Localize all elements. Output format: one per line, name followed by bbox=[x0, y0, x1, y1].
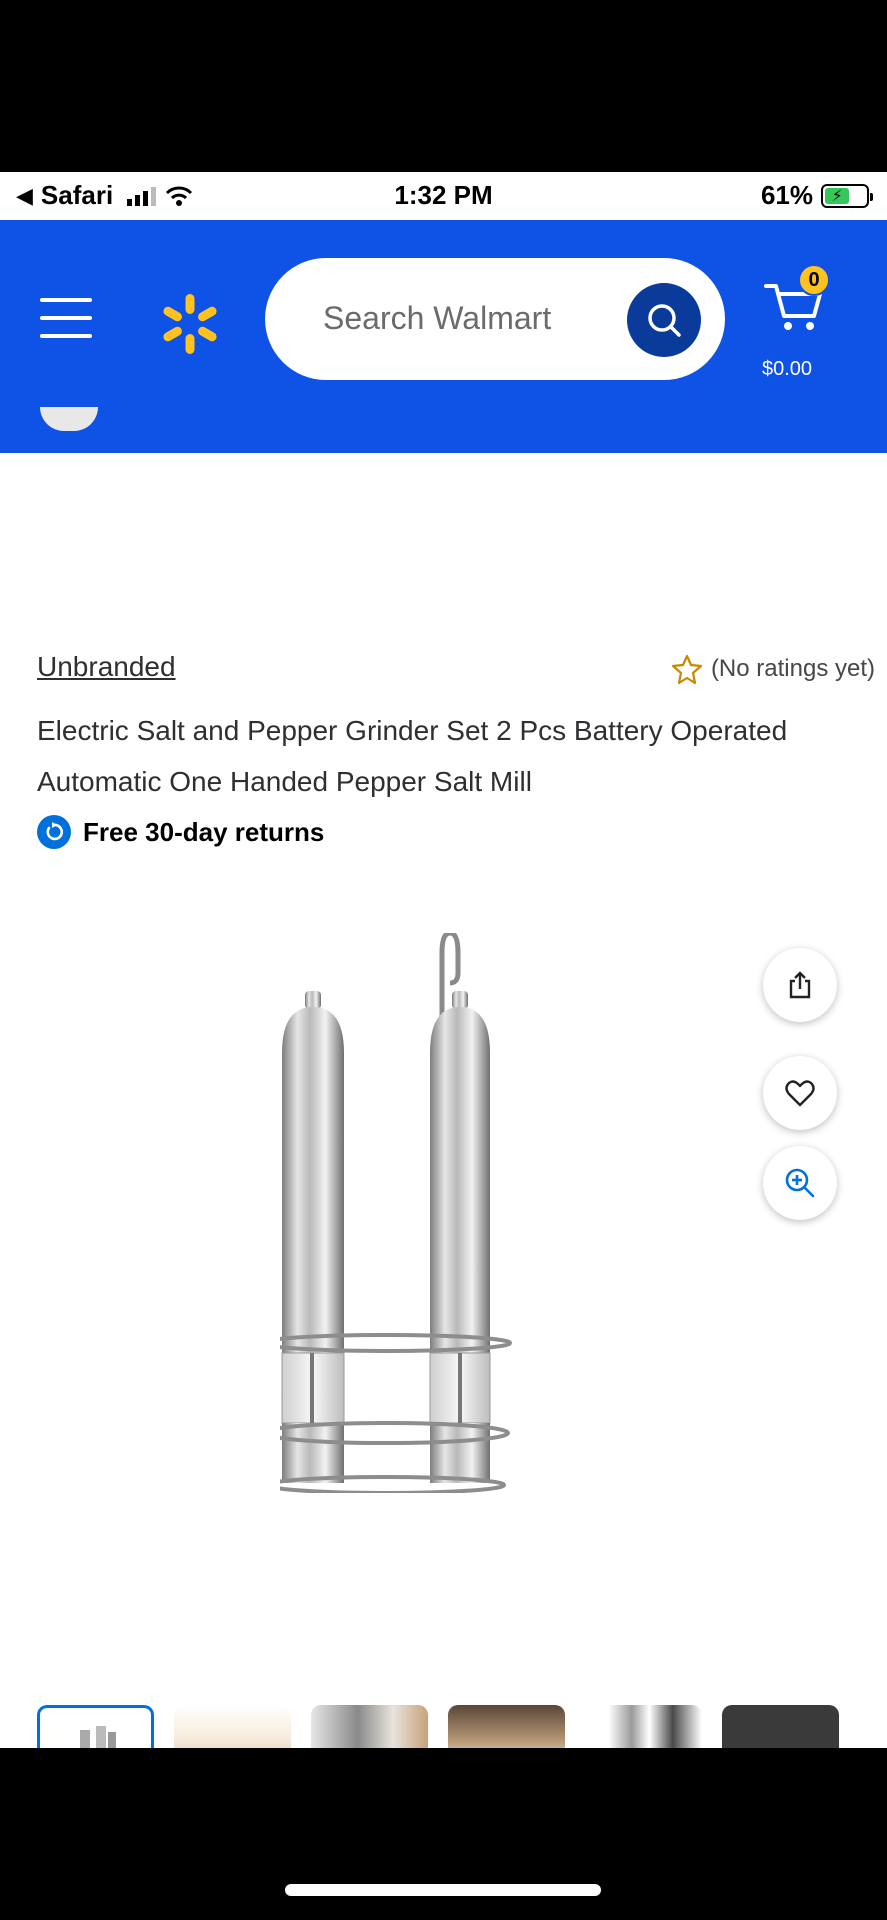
home-indicator[interactable] bbox=[285, 1884, 601, 1896]
thumbnail-4[interactable] bbox=[448, 1705, 565, 1748]
site-header: Search Walmart 0 $0.00 bbox=[0, 220, 887, 453]
search-placeholder: Search Walmart bbox=[323, 300, 552, 336]
status-bar: ◀ Safari 1:32 PM 61% ⚡ bbox=[0, 172, 887, 220]
rating[interactable]: (No ratings yet) bbox=[671, 653, 875, 685]
returns-text: Free 30-day returns bbox=[83, 816, 325, 847]
thumbnail-6[interactable] bbox=[722, 1705, 839, 1748]
favorite-button[interactable] bbox=[763, 1056, 837, 1130]
thumbnail-5[interactable] bbox=[585, 1705, 702, 1748]
product-image[interactable] bbox=[280, 933, 620, 1493]
returns-info: Free 30-day returns bbox=[37, 815, 324, 849]
status-time: 1:32 PM bbox=[394, 180, 493, 210]
status-battery-group: 61% ⚡ bbox=[760, 180, 873, 211]
zoom-in-icon bbox=[785, 1168, 815, 1198]
zoom-button[interactable] bbox=[763, 1146, 837, 1220]
search-input[interactable]: Search Walmart bbox=[265, 258, 725, 380]
header-location-bar[interactable] bbox=[0, 407, 887, 453]
share-button[interactable] bbox=[763, 948, 837, 1022]
cart-total: $0.00 bbox=[762, 358, 813, 380]
thumbnail-2[interactable] bbox=[174, 1705, 291, 1748]
star-outline-icon bbox=[671, 654, 703, 685]
thumbnail-3[interactable] bbox=[311, 1705, 428, 1748]
cart-count-badge: 0 bbox=[798, 264, 830, 296]
battery-percent: 61% bbox=[760, 180, 813, 210]
product-title: Electric Salt and Pepper Grinder Set 2 P… bbox=[37, 715, 788, 797]
search-button[interactable] bbox=[627, 283, 701, 357]
product-content: Unbranded (No ratings yet) Electric Salt… bbox=[0, 453, 887, 1748]
heart-icon bbox=[785, 1080, 815, 1107]
battery-level: ⚡ bbox=[825, 187, 850, 205]
walmart-spark-icon[interactable] bbox=[158, 292, 222, 356]
brand-link[interactable]: Unbranded bbox=[37, 651, 176, 683]
menu-icon[interactable] bbox=[40, 298, 92, 338]
share-icon bbox=[789, 971, 811, 999]
page: ◀ Safari 1:32 PM 61% ⚡ Search Walmart 0 … bbox=[0, 0, 887, 1920]
returns-icon bbox=[37, 815, 71, 849]
search-icon bbox=[648, 304, 681, 337]
location-avatar bbox=[40, 407, 98, 431]
thumbnail-strip bbox=[37, 1705, 839, 1748]
battery-icon: ⚡ bbox=[821, 183, 873, 208]
rating-text: (No ratings yet) bbox=[710, 655, 875, 682]
cart-button[interactable]: 0 $0.00 bbox=[752, 250, 862, 380]
thumbnail-1[interactable] bbox=[37, 1705, 154, 1748]
